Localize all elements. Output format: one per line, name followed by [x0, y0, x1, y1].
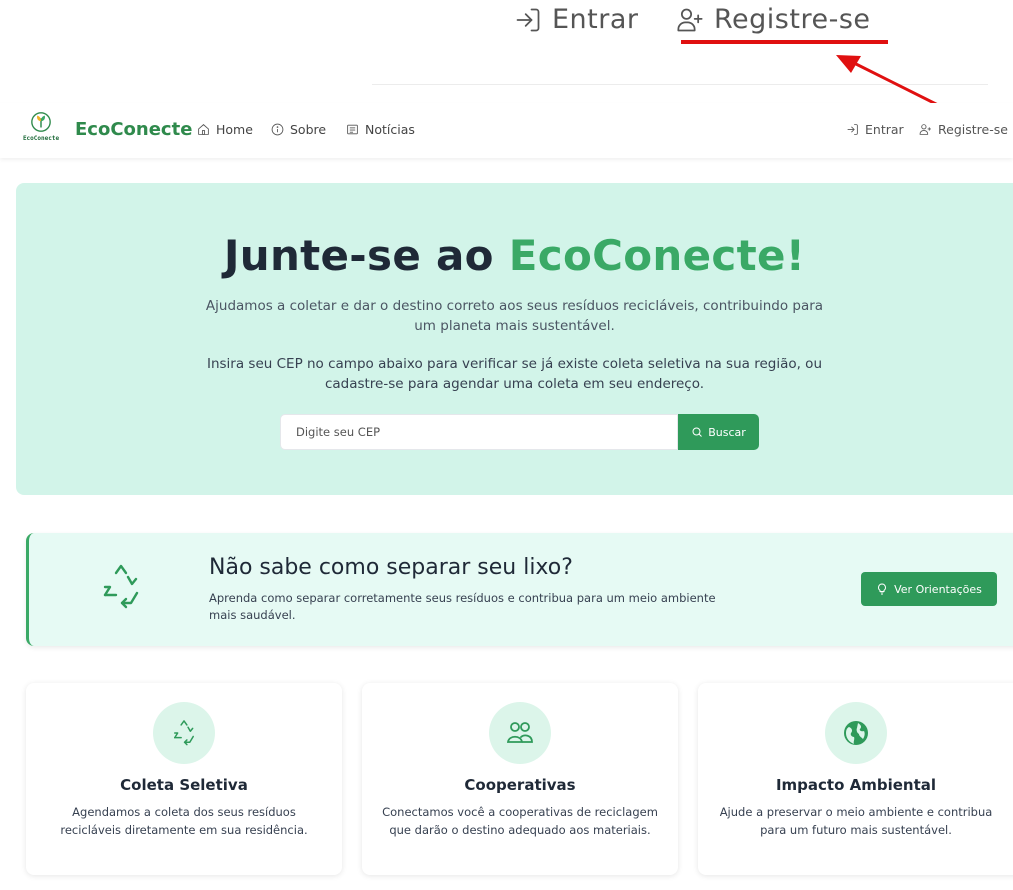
lightbulb-icon: [878, 583, 887, 595]
newspaper-icon: [347, 124, 358, 135]
nav-register-label: Registre-se: [938, 122, 1008, 137]
feature-description: Conectamos você a cooperativas de recicl…: [382, 805, 658, 837]
nav-login-link[interactable]: Entrar: [846, 122, 904, 137]
info-icon: [271, 123, 284, 136]
nav-login-label: Entrar: [865, 122, 904, 137]
search-button[interactable]: Buscar: [678, 414, 759, 450]
search-icon: [692, 427, 703, 437]
feature-icon-wrap: [153, 702, 215, 764]
logo[interactable]: EcoConecte: [18, 111, 64, 151]
waste-separation-banner: Não sabe como separar seu lixo? Aprenda …: [26, 533, 1013, 646]
hero-title-prefix: Junte-se ao: [223, 231, 509, 280]
nav-home-label: Home: [216, 122, 253, 137]
feature-description: Ajude a preservar o meio ambiente e cont…: [719, 805, 993, 837]
login-icon: [847, 124, 858, 135]
feature-card-cooperativas: Cooperativas Conectamos você a cooperati…: [362, 683, 678, 875]
globe-icon: [844, 721, 868, 745]
nav-noticias[interactable]: Notícias: [346, 122, 415, 137]
leaf-logo-icon: [31, 112, 51, 132]
guidelines-button[interactable]: Ver Orientações: [861, 572, 997, 606]
nav-register-link[interactable]: Registre-se: [919, 122, 1008, 137]
cep-input[interactable]: [280, 414, 678, 450]
recycle-icon: [174, 720, 194, 746]
nav-noticias-label: Notícias: [365, 122, 415, 137]
nav-home[interactable]: Home: [197, 122, 253, 137]
nav-sobre[interactable]: Sobre: [271, 122, 326, 137]
users-icon: [506, 722, 533, 743]
feature-title: Cooperativas: [464, 776, 576, 794]
home-icon: [198, 124, 209, 135]
feature-description: Agendamos a coleta dos seus resíduos rec…: [60, 805, 308, 837]
brand-name[interactable]: EcoConecte: [75, 119, 192, 140]
feature-icon-wrap: [825, 702, 887, 764]
banner-description: Aprenda como separar corretamente seus r…: [209, 591, 716, 622]
feature-icon-wrap: [489, 702, 551, 764]
navbar: EcoConecte EcoConecte Home Sobre Notícia…: [0, 103, 1013, 158]
logo-text: EcoConecte: [22, 135, 60, 142]
feature-card-coleta: Coleta Seletiva Agendamos a coleta dos s…: [26, 683, 342, 875]
recycle-icon: [103, 564, 139, 609]
feature-card-impacto: Impacto Ambiental Ajude a preservar o me…: [698, 683, 1013, 875]
search-button-label: Buscar: [708, 425, 746, 439]
feature-title: Coleta Seletiva: [120, 776, 248, 794]
user-plus-icon: [919, 124, 931, 135]
hero-title: Junte-se ao EcoConecte!: [16, 231, 1013, 280]
hero-title-accent: EcoConecte!: [508, 231, 806, 280]
nav-sobre-label: Sobre: [290, 122, 327, 137]
hero-paragraph-2: Insira seu CEP no campo abaixo para veri…: [206, 356, 822, 392]
guidelines-button-label: Ver Orientações: [894, 582, 982, 596]
hero-section: Junte-se ao EcoConecte! Ajudamos a colet…: [16, 183, 1013, 495]
hero-paragraph-1: Ajudamos a coletar e dar o destino corre…: [205, 298, 824, 334]
feature-title: Impacto Ambiental: [775, 776, 937, 794]
banner-title: Não sabe como separar seu lixo?: [209, 555, 573, 580]
